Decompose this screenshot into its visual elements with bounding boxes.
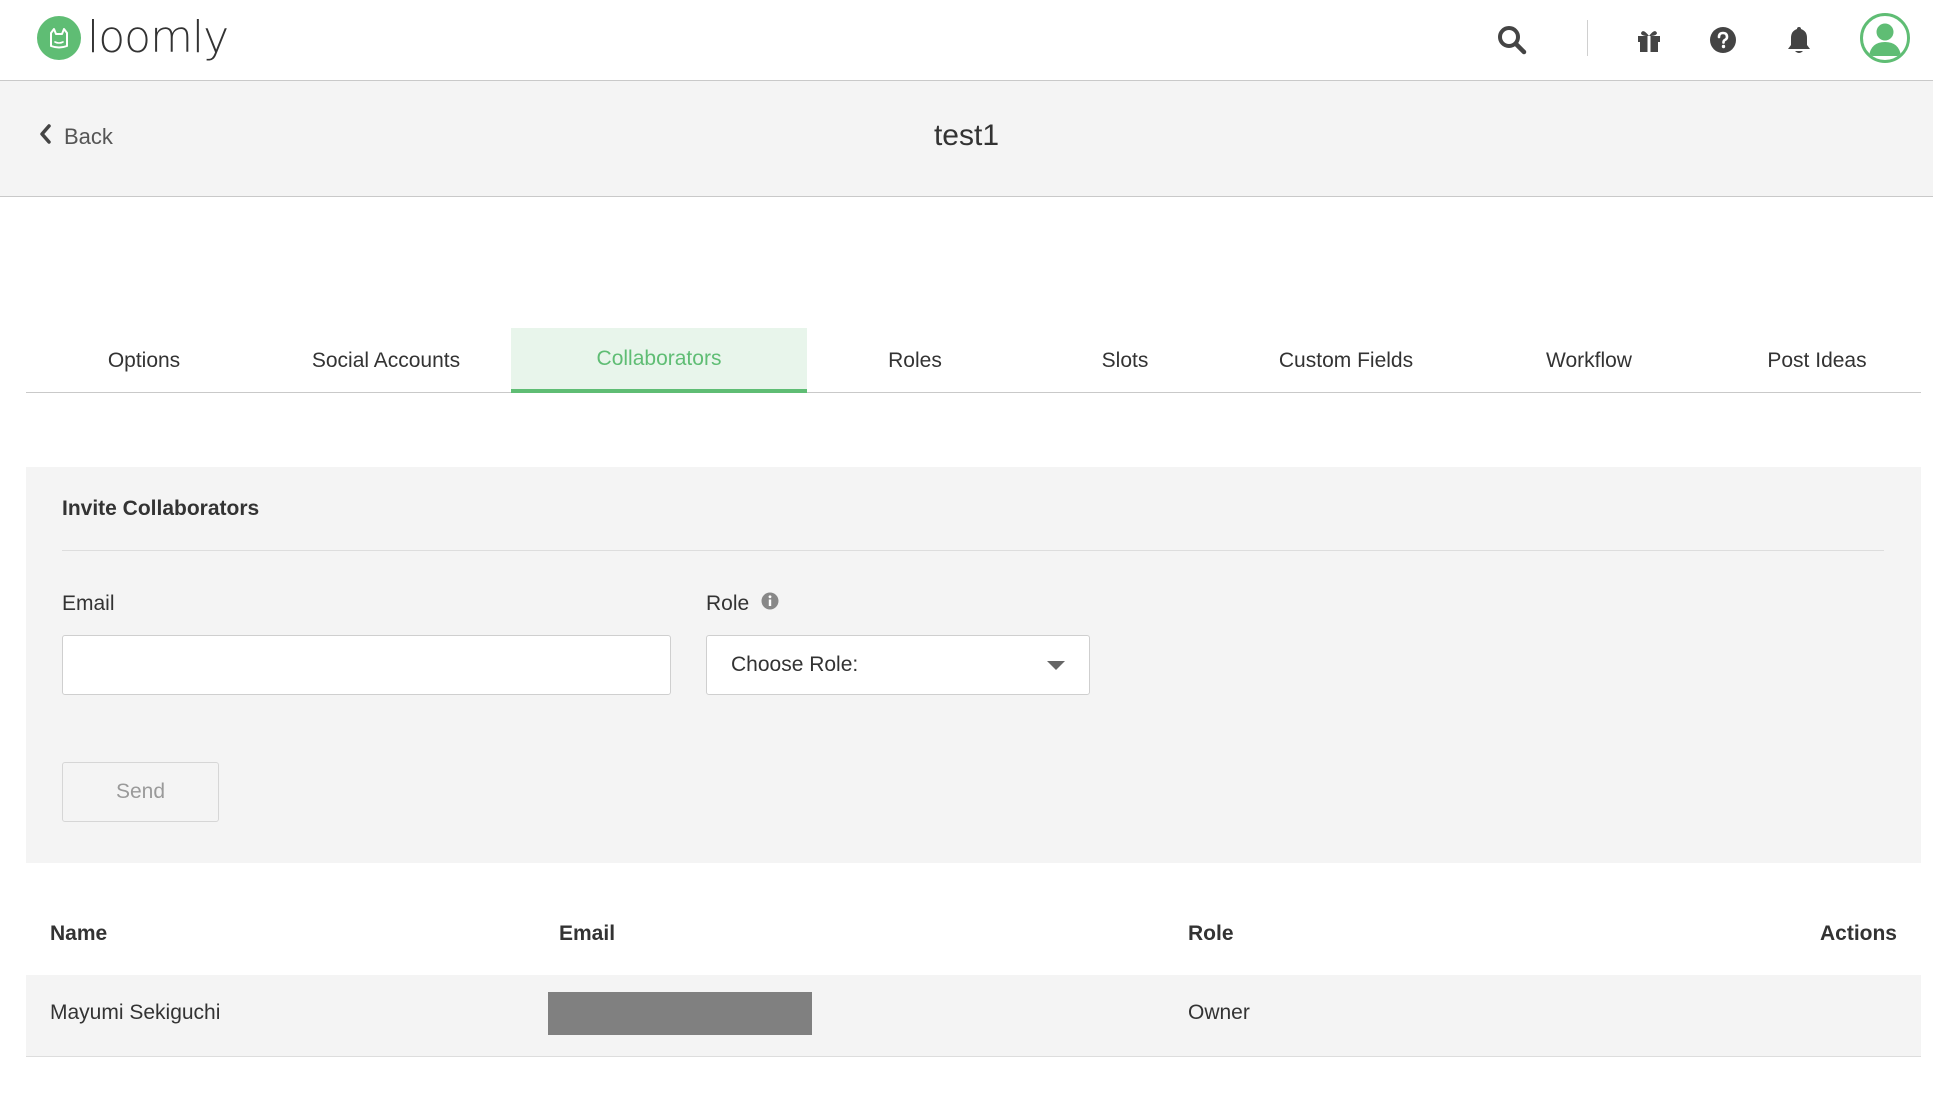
bell-icon[interactable]	[1777, 18, 1821, 62]
tab-roles[interactable]: Roles	[807, 328, 1023, 393]
tab-slots[interactable]: Slots	[1023, 328, 1227, 393]
email-label: Email	[62, 592, 115, 616]
role-select[interactable]: Choose Role:	[706, 635, 1090, 695]
column-header-actions: Actions	[1819, 922, 1897, 945]
tab-options[interactable]: Options	[26, 328, 262, 393]
role-label: Role	[706, 592, 779, 616]
page-header: Back test1	[0, 81, 1933, 197]
top-navigation-bar: loomly	[0, 0, 1933, 81]
caret-down-icon	[1047, 660, 1065, 670]
column-header-name: Name	[50, 922, 108, 945]
gift-icon[interactable]	[1627, 18, 1671, 62]
info-icon[interactable]	[761, 592, 779, 616]
table-row: Mayumi Sekiguchi Owner	[26, 975, 1921, 1057]
column-header-email: Email	[559, 922, 616, 945]
column-header-role: Role	[1188, 922, 1234, 945]
tab-collaborators[interactable]: Collaborators	[511, 328, 807, 393]
collaborator-name: Mayumi Sekiguchi	[50, 1001, 221, 1024]
role-select-value: Choose Role:	[731, 653, 859, 676]
loomly-logo[interactable]: loomly	[37, 12, 229, 64]
panel-divider	[62, 550, 1884, 551]
settings-tabs: Options Social Accounts Collaborators Ro…	[26, 328, 1921, 393]
table-header: Name Email Role Actions	[26, 900, 1921, 975]
send-button[interactable]: Send	[62, 762, 219, 822]
tab-social-accounts[interactable]: Social Accounts	[262, 328, 510, 393]
logo-cat-icon	[37, 16, 81, 60]
help-icon[interactable]	[1701, 18, 1745, 62]
search-icon[interactable]	[1490, 18, 1534, 62]
tab-custom-fields[interactable]: Custom Fields	[1227, 328, 1465, 393]
email-field[interactable]	[62, 635, 671, 695]
tab-workflow[interactable]: Workflow	[1465, 328, 1713, 393]
role-label-text: Role	[706, 592, 750, 615]
collaborator-role: Owner	[1188, 1001, 1250, 1024]
logo-wordmark: loomly	[87, 12, 229, 63]
user-avatar-icon[interactable]	[1860, 13, 1910, 63]
redacted-email	[548, 992, 812, 1035]
panel-title: Invite Collaborators	[62, 497, 260, 520]
collaborators-table: Name Email Role Actions Mayumi Sekiguchi…	[26, 900, 1921, 1057]
topbar-divider	[1587, 20, 1588, 56]
invite-collaborators-panel: Invite Collaborators Email Role Choose R…	[26, 467, 1921, 863]
email-label-text: Email	[62, 592, 115, 615]
tab-post-ideas[interactable]: Post Ideas	[1713, 328, 1921, 393]
page-title: test1	[933, 119, 1000, 152]
